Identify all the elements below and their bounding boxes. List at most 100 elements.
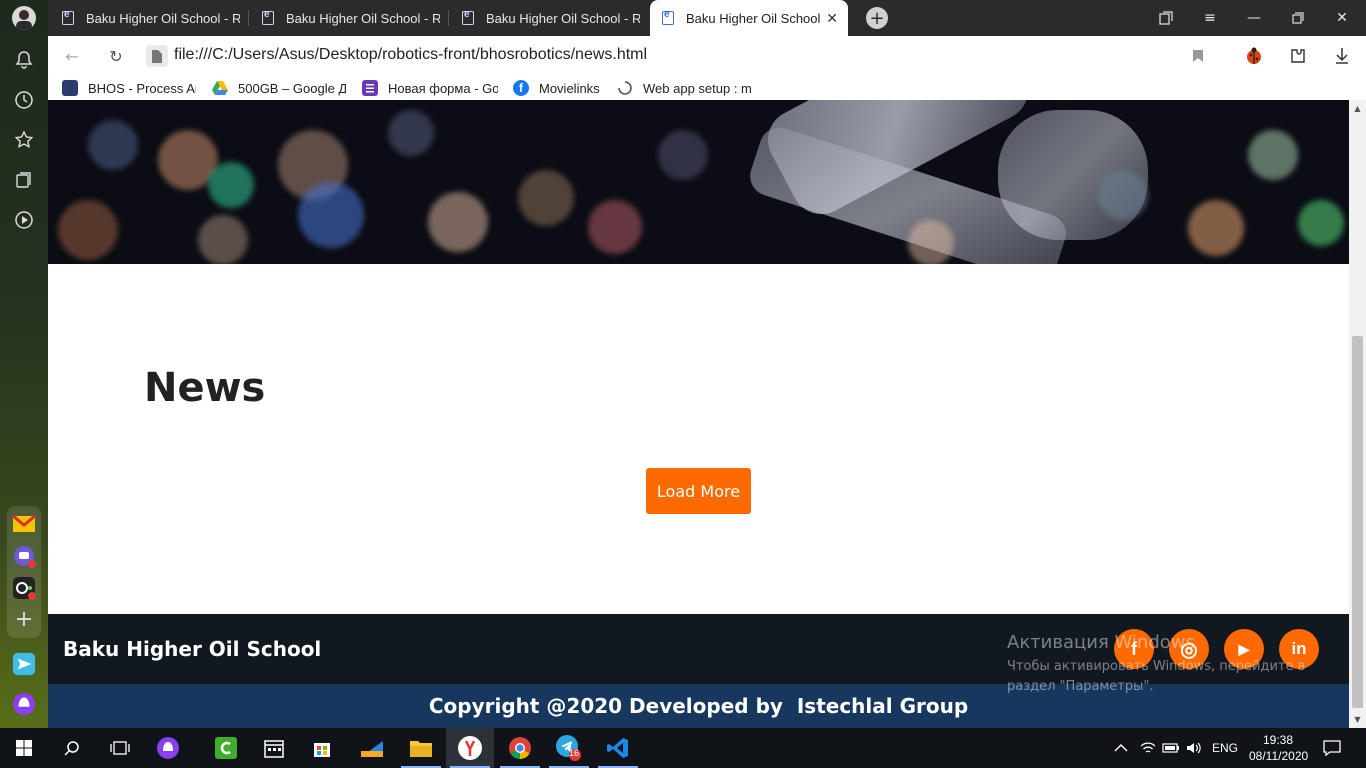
tab-title: Baku Higher Oil School - Robotics bbox=[286, 10, 440, 26]
linkedin-icon[interactable]: in bbox=[1279, 629, 1319, 669]
clock-time: 19:38 bbox=[1262, 733, 1294, 747]
add-app-icon[interactable]: + bbox=[12, 608, 36, 632]
browser-side-panel: + bbox=[0, 0, 48, 728]
tab-separator bbox=[248, 10, 249, 26]
footer-brand: Baku Higher Oil School bbox=[63, 637, 322, 661]
alice-icon[interactable] bbox=[12, 576, 36, 600]
minimize-button[interactable]: — bbox=[1232, 0, 1276, 36]
tab-title: Baku Higher Oil School bbox=[686, 10, 821, 26]
restore-button[interactable] bbox=[1276, 0, 1320, 36]
scroll-thumb[interactable] bbox=[1352, 336, 1363, 708]
load-more-button[interactable]: Load More bbox=[646, 468, 751, 514]
bookmark-web-app-setup[interactable]: Web app setup : m bbox=[617, 78, 751, 98]
history-icon[interactable] bbox=[12, 88, 36, 112]
tab-actions-icon[interactable] bbox=[1144, 0, 1188, 36]
new-tab-button[interactable]: + bbox=[866, 7, 888, 29]
page-title: News bbox=[144, 365, 266, 411]
edge-page-icon bbox=[462, 9, 474, 25]
clock-date: 08/11/2020 bbox=[1249, 749, 1309, 763]
show-hidden-icons-icon[interactable] bbox=[1114, 728, 1128, 768]
menu-icon[interactable]: ≡ bbox=[1188, 0, 1232, 36]
telegram-badge: 16 bbox=[569, 748, 580, 758]
bookmark-google-forms[interactable]: Новая форма - Go bbox=[362, 78, 498, 98]
language-indicator[interactable]: ENG bbox=[1212, 728, 1238, 768]
wifi-icon[interactable] bbox=[1140, 728, 1156, 768]
bookmark-movielinks[interactable]: f Movielinks bbox=[513, 78, 613, 98]
notification-center-icon[interactable] bbox=[1323, 728, 1341, 768]
back-arrow-icon[interactable]: ← bbox=[60, 44, 84, 68]
edge-page-icon bbox=[62, 9, 74, 25]
bookmark-bhos[interactable]: BHOS - Process Au bbox=[62, 78, 196, 98]
hero-banner-image bbox=[48, 100, 1349, 264]
tab-3[interactable]: Baku Higher Oil School - Robotics bbox=[450, 0, 648, 36]
close-tab-icon[interactable]: ✕ bbox=[826, 10, 838, 27]
tab-bar: Baku Higher Oil School - Robotics Baku H… bbox=[48, 0, 1366, 36]
tab-1[interactable]: Baku Higher Oil School - Robotics bbox=[50, 0, 248, 36]
scroll-down-arrow-icon[interactable]: ▼ bbox=[1349, 711, 1366, 728]
bookmark-label: Новая форма - Go bbox=[388, 80, 498, 96]
alice-taskbar-icon[interactable] bbox=[144, 728, 192, 768]
bookmark-icon[interactable] bbox=[1186, 44, 1210, 68]
camtasia-icon[interactable] bbox=[202, 728, 250, 768]
copyright-text: Copyright @2020 Developed by Istechlal G… bbox=[428, 694, 969, 718]
bookmark-label: Movielinks bbox=[539, 80, 600, 96]
system-clock[interactable]: 19:38 08/11/2020 bbox=[1249, 732, 1309, 764]
bookmarks-bar: BHOS - Process Au 500GB – Google Д Новая… bbox=[48, 76, 1366, 100]
bookmark-label: Web app setup : m bbox=[643, 80, 751, 96]
bookmark-label: BHOS - Process Au bbox=[88, 80, 196, 96]
ladybug-extension-icon[interactable] bbox=[1242, 44, 1266, 68]
address-toolbar: ← ↻ file:///C:/Users/Asus/Desktop/roboti… bbox=[48, 36, 1366, 76]
tab-separator bbox=[448, 10, 449, 26]
extension-icon[interactable] bbox=[1286, 44, 1310, 68]
edge-page-icon bbox=[262, 9, 274, 25]
tab-title: Baku Higher Oil School - Robotics bbox=[486, 10, 640, 26]
favorites-star-icon[interactable] bbox=[12, 128, 36, 152]
yandex-browser-icon[interactable] bbox=[446, 728, 494, 768]
messenger-icon[interactable] bbox=[12, 544, 36, 568]
calendar-icon[interactable] bbox=[250, 728, 298, 768]
instagram-icon[interactable]: ◎ bbox=[1169, 629, 1209, 669]
battery-icon[interactable] bbox=[1162, 728, 1180, 768]
send-icon[interactable] bbox=[12, 652, 36, 676]
google-drive-icon bbox=[212, 80, 228, 96]
vscode-icon[interactable] bbox=[594, 728, 642, 768]
bookmark-google-drive[interactable]: 500GB – Google Д bbox=[212, 78, 346, 98]
facebook-icon[interactable]: f bbox=[1114, 629, 1154, 669]
tab-title: Baku Higher Oil School - Robotics bbox=[86, 10, 240, 26]
page-viewport: News Load More Baku Higher Oil School f … bbox=[48, 100, 1349, 728]
app-taskbar-icon[interactable] bbox=[348, 728, 396, 768]
search-icon[interactable] bbox=[48, 728, 96, 768]
chrome-icon[interactable] bbox=[496, 728, 544, 768]
reload-icon[interactable]: ↻ bbox=[104, 44, 128, 68]
file-explorer-icon[interactable] bbox=[397, 728, 445, 768]
store-icon[interactable] bbox=[298, 728, 346, 768]
task-view-icon[interactable] bbox=[96, 728, 144, 768]
download-icon[interactable] bbox=[1330, 44, 1354, 68]
loading-icon bbox=[617, 80, 633, 96]
side-apps-panel: + bbox=[7, 506, 41, 638]
notifications-icon[interactable] bbox=[12, 48, 36, 72]
facebook-icon: f bbox=[513, 80, 529, 96]
bookmark-label: 500GB – Google Д bbox=[238, 80, 346, 96]
address-bar-url[interactable]: file:///C:/Users/Asus/Desktop/robotics-f… bbox=[174, 46, 647, 64]
telegram-icon[interactable]: 16 bbox=[545, 728, 593, 768]
copyright-bar: Copyright @2020 Developed by Istechlal G… bbox=[48, 684, 1349, 728]
gmail-icon[interactable] bbox=[12, 512, 36, 536]
youtube-icon[interactable]: ▶ bbox=[1224, 629, 1264, 669]
scroll-up-arrow-icon[interactable]: ▲ bbox=[1349, 100, 1366, 117]
media-play-icon[interactable] bbox=[12, 208, 36, 232]
bhos-logo-icon bbox=[62, 80, 78, 96]
profile-avatar[interactable] bbox=[12, 6, 36, 30]
close-window-button[interactable]: ✕ bbox=[1320, 0, 1364, 36]
footer: Baku Higher Oil School f ◎ ▶ in bbox=[48, 614, 1349, 684]
tab-4-active[interactable]: Baku Higher Oil School ✕ bbox=[650, 0, 848, 36]
vertical-scrollbar[interactable]: ▲ ▼ bbox=[1349, 100, 1366, 728]
collections-icon[interactable] bbox=[12, 168, 36, 192]
tab-2[interactable]: Baku Higher Oil School - Robotics bbox=[250, 0, 448, 36]
volume-icon[interactable] bbox=[1186, 728, 1202, 768]
edge-page-icon bbox=[662, 9, 674, 25]
alice-assistant-icon[interactable] bbox=[12, 692, 36, 716]
windows-start-icon[interactable] bbox=[0, 728, 48, 768]
file-icon[interactable] bbox=[146, 45, 168, 67]
windows-taskbar: 16 ENG 19:38 08/11/2020 bbox=[0, 728, 1366, 768]
